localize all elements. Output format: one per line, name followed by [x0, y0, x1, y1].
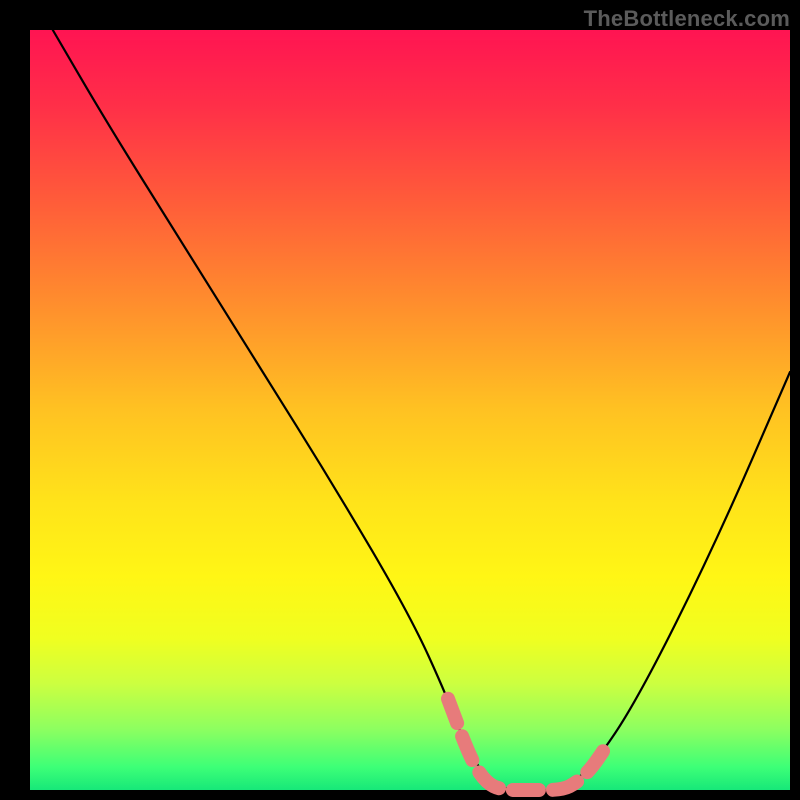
chart-stage: TheBottleneck.com [0, 0, 800, 800]
gradient-plot-area [30, 30, 790, 790]
watermark-label: TheBottleneck.com [584, 6, 790, 32]
bottleneck-chart [0, 0, 800, 800]
